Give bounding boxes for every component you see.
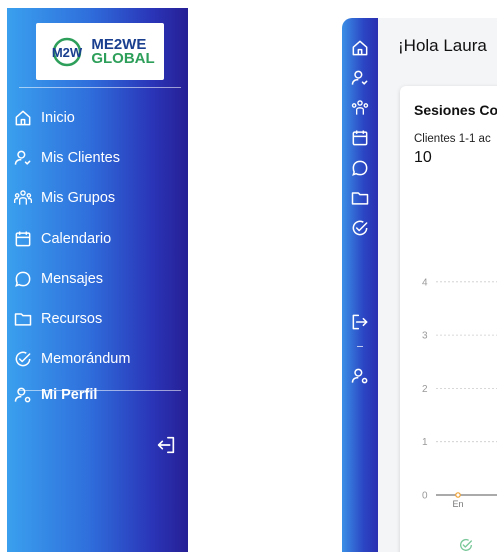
logout-icon[interactable] xyxy=(155,434,177,456)
user-settings-icon[interactable] xyxy=(350,366,370,386)
sidebar-item-label: Mensajes xyxy=(41,271,104,287)
sidebar-item-label: Recursos xyxy=(41,311,103,327)
sessions-chart: 0 1 2 3 4 En xyxy=(422,277,497,509)
sidebar-expanded: M2W ME2WE GLOBAL Inicio Mis Clientes Mis… xyxy=(7,8,188,552)
logo-mark-icon: M2W xyxy=(52,37,83,66)
calendar-icon[interactable] xyxy=(350,128,370,148)
app-screenshot: M2W ME2WE GLOBAL Inicio Mis Clientes Mis… xyxy=(0,0,497,552)
y-tick-label: 3 xyxy=(422,331,428,342)
chat-bubble-icon[interactable] xyxy=(350,158,370,178)
sidebar-item-inicio[interactable]: Inicio xyxy=(7,103,188,133)
greeting-heading: ¡Hola Laura xyxy=(398,36,487,55)
sidebar-item-mis-grupos[interactable]: Mis Grupos xyxy=(7,183,188,213)
login-icon[interactable] xyxy=(350,312,370,332)
check-circle-icon xyxy=(15,351,31,367)
sidebar-item-label: Memorándum xyxy=(41,351,131,367)
sidebar-item-profile[interactable]: Mi Perfil xyxy=(7,380,188,410)
folder-icon[interactable] xyxy=(350,188,370,208)
user-heart-icon xyxy=(14,150,31,165)
sidebar-item-memorandum[interactable]: Memorándum xyxy=(7,344,188,374)
y-tick-label: 0 xyxy=(422,491,428,502)
user-heart-icon[interactable] xyxy=(350,68,370,88)
logo-line-2: GLOBAL xyxy=(91,49,155,67)
sidebar-item-label: Mis Clientes xyxy=(41,150,120,166)
home-icon[interactable] xyxy=(350,38,370,58)
rail-divider xyxy=(357,346,363,347)
group-icon xyxy=(14,190,32,205)
sidebar-item-label: Mis Grupos xyxy=(41,190,116,206)
y-tick-label: 2 xyxy=(422,384,428,395)
logo-text: ME2WE GLOBAL xyxy=(91,37,155,67)
check-circle-icon[interactable] xyxy=(350,218,370,238)
group-icon[interactable] xyxy=(350,98,370,118)
sidebar-item-mensajes[interactable]: Mensajes xyxy=(7,264,188,294)
y-tick-label: 4 xyxy=(422,277,428,288)
sidebar-item-label: Inicio xyxy=(41,110,75,126)
x-tick-label: En xyxy=(452,499,463,509)
sidebar-item-mis-clientes[interactable]: Mis Clientes xyxy=(7,143,188,173)
folder-icon xyxy=(14,313,32,326)
check-circle-icon[interactable] xyxy=(458,537,474,552)
y-tick-label: 1 xyxy=(422,437,428,448)
calendar-icon xyxy=(15,231,31,247)
logo-mark-text: M2W xyxy=(52,45,83,60)
sidebar-item-calendario[interactable]: Calendario xyxy=(7,224,188,254)
chat-bubble-icon xyxy=(15,271,31,287)
sessions-card: Sesiones Co Clientes 1-1 ac 10 0 1 2 3 4 En xyxy=(400,86,497,552)
sidebar-profile-label: Mi Perfil xyxy=(41,387,98,403)
main-content: ¡Hola Laura Sesiones Co Clientes 1-1 ac … xyxy=(378,18,497,552)
logo[interactable]: M2W ME2WE GLOBAL xyxy=(36,23,164,80)
data-point[interactable] xyxy=(455,492,461,498)
sidebar-divider-top xyxy=(19,87,181,88)
sidebar-item-label: Calendario xyxy=(41,231,112,247)
home-icon xyxy=(15,110,31,126)
sidebar-collapsed xyxy=(342,18,378,552)
sidebar-item-recursos[interactable]: Recursos xyxy=(7,304,188,334)
user-settings-icon xyxy=(14,387,31,403)
